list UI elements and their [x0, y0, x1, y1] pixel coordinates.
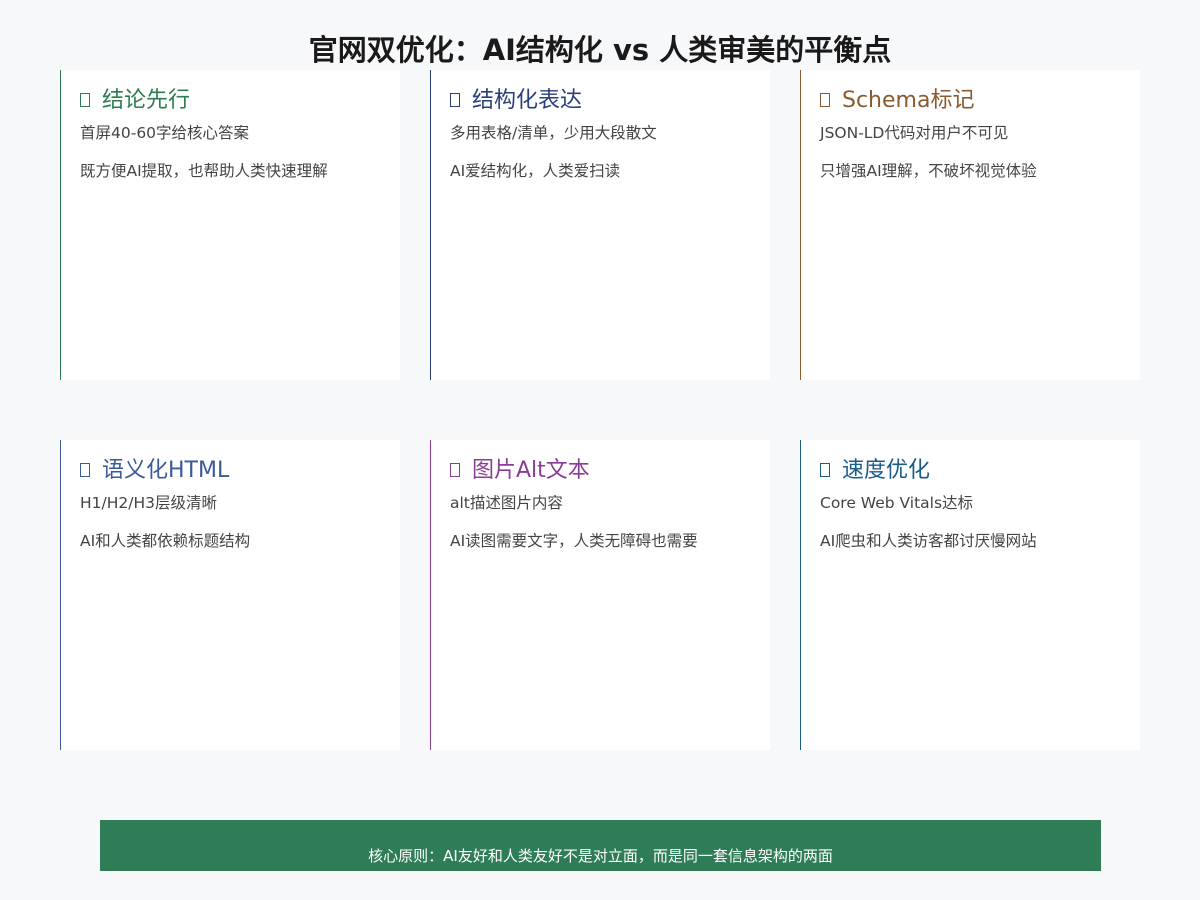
card-title: 速度优化 [820, 456, 1140, 486]
card-point: AI爱结构化，人类爱扫读 [450, 162, 621, 180]
card-title-text: 图片Alt文本 [472, 458, 590, 483]
card-title: 图片Alt文本 [450, 456, 770, 486]
card-title-text: 结论先行 [102, 88, 191, 113]
card-point: Core Web Vitals达标 [820, 494, 974, 512]
card-point: 首屏40-60字给核心答案 [80, 124, 250, 142]
card-title: 结构化表达 [450, 86, 770, 116]
card-icon [80, 93, 90, 107]
card-speed-optimization: 速度优化 Core Web Vitals达标 AI爬虫和人类访客都讨厌慢网站 [800, 440, 1140, 750]
card-icon [820, 463, 830, 477]
card-point: 多用表格/清单，少用大段散文 [450, 124, 657, 142]
card-title: Schema标记 [820, 86, 1140, 116]
card-structured-expression: 结构化表达 多用表格/清单，少用大段散文 AI爱结构化，人类爱扫读 [430, 70, 770, 380]
card-conclusion-first: 结论先行 首屏40-60字给核心答案 既方便AI提取，也帮助人类快速理解 [60, 70, 400, 380]
card-icon [450, 93, 460, 107]
card-point: JSON-LD代码对用户不可见 [820, 124, 1009, 142]
card-title-text: 结构化表达 [472, 88, 583, 113]
core-principle-banner: 核心原则：AI友好和人类友好不是对立面，而是同一套信息架构的两面 [100, 820, 1101, 871]
card-icon [820, 93, 830, 107]
card-point: AI爬虫和人类访客都讨厌慢网站 [820, 532, 1037, 550]
card-icon [450, 463, 460, 477]
card-point: 只增强AI理解，不破坏视觉体验 [820, 162, 1037, 180]
card-point: alt描述图片内容 [450, 494, 563, 512]
card-title: 结论先行 [80, 86, 400, 116]
card-title-text: Schema标记 [842, 88, 975, 113]
card-title-text: 速度优化 [842, 458, 931, 483]
core-principle-text: 核心原则：AI友好和人类友好不是对立面，而是同一套信息架构的两面 [368, 847, 833, 865]
page-title: 官网双优化：AI结构化 vs 人类审美的平衡点 [308, 33, 892, 67]
card-semantic-html: 语义化HTML H1/H2/H3层级清晰 AI和人类都依赖标题结构 [60, 440, 400, 750]
card-title-text: 语义化HTML [102, 458, 230, 483]
card-schema-markup: Schema标记 JSON-LD代码对用户不可见 只增强AI理解，不破坏视觉体验 [800, 70, 1140, 380]
card-image-alt-text: 图片Alt文本 alt描述图片内容 AI读图需要文字，人类无障碍也需要 [430, 440, 770, 750]
card-icon [80, 463, 90, 477]
card-point: H1/H2/H3层级清晰 [80, 494, 217, 512]
card-point: 既方便AI提取，也帮助人类快速理解 [80, 162, 328, 180]
card-point: AI和人类都依赖标题结构 [80, 532, 251, 550]
card-point: AI读图需要文字，人类无障碍也需要 [450, 532, 698, 550]
card-title: 语义化HTML [80, 456, 400, 486]
